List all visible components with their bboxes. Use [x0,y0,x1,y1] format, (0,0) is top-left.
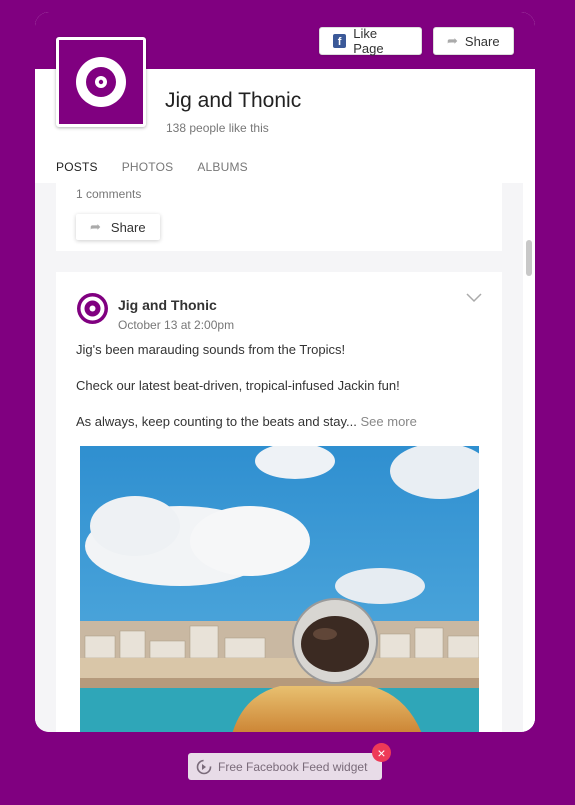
post-image[interactable] [80,446,479,732]
post-text-truncated: As always, keep counting to the beats an… [76,414,357,429]
widget-logo-icon [196,759,212,774]
tab-photos[interactable]: PHOTOS [122,160,174,185]
post-card: Jig and Thonic October 13 at 2:00pm Jig'… [56,272,502,732]
post-text-line: As always, keep counting to the beats an… [76,414,417,429]
vinyl-record-icon [76,57,126,107]
scrollbar-thumb[interactable] [526,240,532,276]
share-page-button[interactable]: ➦ Share [433,27,514,55]
like-page-label: Like Page [353,26,384,56]
share-icon: ➦ [447,33,458,48]
feed-list: 1 comments ➦ Share Jig and Thonic Octobe… [35,183,535,732]
astronaut-beach-photo [80,446,479,732]
tab-posts[interactable]: POSTS [56,160,98,185]
comments-count[interactable]: 1 comments [76,187,141,201]
post-date[interactable]: October 13 at 2:00pm [118,318,234,332]
see-more-link[interactable]: See more [361,414,417,429]
tab-bar: POSTS PHOTOS ALBUMS [56,160,248,185]
post-share-label: Share [110,219,146,235]
post-author-avatar[interactable] [76,292,109,325]
page-title[interactable]: Jig and Thonic [165,89,301,113]
facebook-feed-widget: f Like Page ➦ Share Jig and Thonic 138 p… [35,12,535,732]
post-share-button[interactable]: ➦ Share [76,214,160,240]
page-avatar[interactable] [56,37,146,127]
share-icon: ➦ [90,219,101,234]
like-page-button[interactable]: f Like Page [319,26,422,56]
widget-badge-label: Free Facebook Feed widget [218,759,368,774]
previous-post-card: 1 comments ➦ Share [56,183,502,251]
post-text-line: Jig's been marauding sounds from the Tro… [76,342,346,357]
facebook-icon: f [333,34,347,48]
widget-badge[interactable]: Free Facebook Feed widget [188,753,382,780]
chevron-down-icon[interactable] [465,292,483,304]
tab-albums[interactable]: ALBUMS [197,160,248,185]
post-text-line: Check our latest beat-driven, tropical-i… [76,378,400,393]
share-page-label: Share [464,33,500,49]
likes-count: 138 people like this [166,121,269,135]
post-author[interactable]: Jig and Thonic [118,297,217,313]
feed-scrollbar[interactable] [523,183,535,732]
close-icon[interactable]: × [372,743,391,762]
